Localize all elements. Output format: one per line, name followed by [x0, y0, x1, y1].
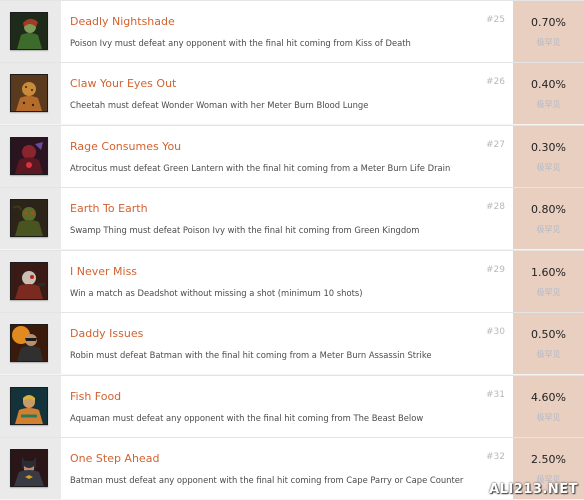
unlock-percent: 0.80% [531, 203, 566, 216]
achievement-title: Daddy Issues [70, 327, 144, 340]
rarity-label: 极罕见 [536, 100, 561, 109]
achievement-number: #32 [486, 452, 505, 462]
achievement-title: One Step Ahead [70, 452, 160, 465]
achievement-title: Deadly Nightshade [70, 15, 175, 28]
aquaman-icon [10, 387, 48, 425]
achievement-content: Daddy Issues Robin must defeat Batman wi… [61, 313, 513, 374]
achievement-row[interactable]: Claw Your Eyes Out Cheetah must defeat W… [0, 62, 584, 124]
percent-cell: 0.70% 极罕见 [513, 1, 584, 62]
achievement-description: Aquaman must defeat any opponent with th… [70, 413, 424, 423]
icon-cell [0, 251, 61, 312]
achievement-description: Atrocitus must defeat Green Lantern with… [70, 163, 451, 173]
atrocitus-icon [10, 137, 48, 175]
achievement-number: #31 [486, 390, 505, 400]
poison-ivy-icon [10, 12, 48, 50]
rarity-label: 极罕见 [536, 225, 561, 234]
achievement-content: Earth To Earth Swamp Thing must defeat P… [61, 188, 513, 249]
achievement-row[interactable]: I Never Miss Win a match as Deadshot wit… [0, 250, 584, 312]
percent-cell: 0.30% 极罕见 [513, 126, 584, 187]
percent-cell: 1.60% 极罕见 [513, 251, 584, 312]
achievement-row[interactable]: Rage Consumes You Atrocitus must defeat … [0, 125, 584, 187]
swamp-thing-icon [10, 199, 48, 237]
unlock-percent: 4.60% [531, 391, 566, 404]
unlock-percent: 0.50% [531, 328, 566, 341]
achievement-title: Claw Your Eyes Out [70, 77, 177, 90]
unlock-percent: 0.70% [531, 16, 566, 29]
unlock-percent: 1.60% [531, 266, 566, 279]
achievement-row[interactable]: Fish Food Aquaman must defeat any oppone… [0, 375, 584, 437]
percent-cell: 0.50% 极罕见 [513, 313, 584, 374]
achievement-content: One Step Ahead Batman must defeat any op… [61, 438, 513, 499]
icon-cell [0, 63, 61, 124]
achievement-row[interactable]: Earth To Earth Swamp Thing must defeat P… [0, 187, 584, 249]
achievement-number: #26 [486, 77, 505, 87]
achievement-title: Rage Consumes You [70, 140, 182, 153]
achievement-number: #27 [486, 140, 505, 150]
achievement-title: Earth To Earth [70, 202, 148, 215]
achievement-description: Swamp Thing must defeat Poison Ivy with … [70, 225, 420, 235]
achievement-description: Cheetah must defeat Wonder Woman with he… [70, 100, 369, 110]
unlock-percent: 0.30% [531, 141, 566, 154]
unlock-percent: 2.50% [531, 453, 566, 466]
robin-icon [10, 324, 48, 362]
icon-cell [0, 438, 61, 499]
achievement-row[interactable]: Daddy Issues Robin must defeat Batman wi… [0, 312, 584, 374]
batman-icon [10, 449, 48, 487]
achievement-description: Robin must defeat Batman with the final … [70, 350, 432, 360]
achievement-content: Deadly Nightshade Poison Ivy must defeat… [61, 1, 513, 62]
icon-cell [0, 1, 61, 62]
achievement-number: #28 [486, 202, 505, 212]
achievement-content: Fish Food Aquaman must defeat any oppone… [61, 376, 513, 437]
icon-cell [0, 376, 61, 437]
achievement-number: #25 [486, 15, 505, 25]
rarity-label: 极罕见 [536, 38, 561, 47]
achievement-number: #30 [486, 327, 505, 337]
achievement-description: Win a match as Deadshot without missing … [70, 288, 363, 298]
icon-cell [0, 313, 61, 374]
achievement-content: Claw Your Eyes Out Cheetah must defeat W… [61, 63, 513, 124]
achievement-title: Fish Food [70, 390, 122, 403]
percent-cell: 0.40% 极罕见 [513, 63, 584, 124]
deadshot-icon [10, 262, 48, 300]
unlock-percent: 0.40% [531, 78, 566, 91]
site-watermark: ALI213.NET [489, 482, 578, 497]
achievement-description: Poison Ivy must defeat any opponent with… [70, 38, 411, 48]
achievement-title: I Never Miss [70, 265, 138, 278]
percent-cell: 4.60% 极罕见 [513, 376, 584, 437]
achievement-content: I Never Miss Win a match as Deadshot wit… [61, 251, 513, 312]
achievement-description: Batman must defeat any opponent with the… [70, 475, 464, 485]
rarity-label: 极罕见 [536, 350, 561, 359]
cheetah-icon [10, 74, 48, 112]
achievement-list: Deadly Nightshade Poison Ivy must defeat… [0, 0, 584, 500]
achievement-number: #29 [486, 265, 505, 275]
icon-cell [0, 188, 61, 249]
rarity-label: 极罕见 [536, 288, 561, 297]
achievement-content: Rage Consumes You Atrocitus must defeat … [61, 126, 513, 187]
achievement-row[interactable]: Deadly Nightshade Poison Ivy must defeat… [0, 0, 584, 62]
percent-cell: 0.80% 极罕见 [513, 188, 584, 249]
rarity-label: 极罕见 [536, 163, 561, 172]
rarity-label: 极罕见 [536, 413, 561, 422]
icon-cell [0, 126, 61, 187]
